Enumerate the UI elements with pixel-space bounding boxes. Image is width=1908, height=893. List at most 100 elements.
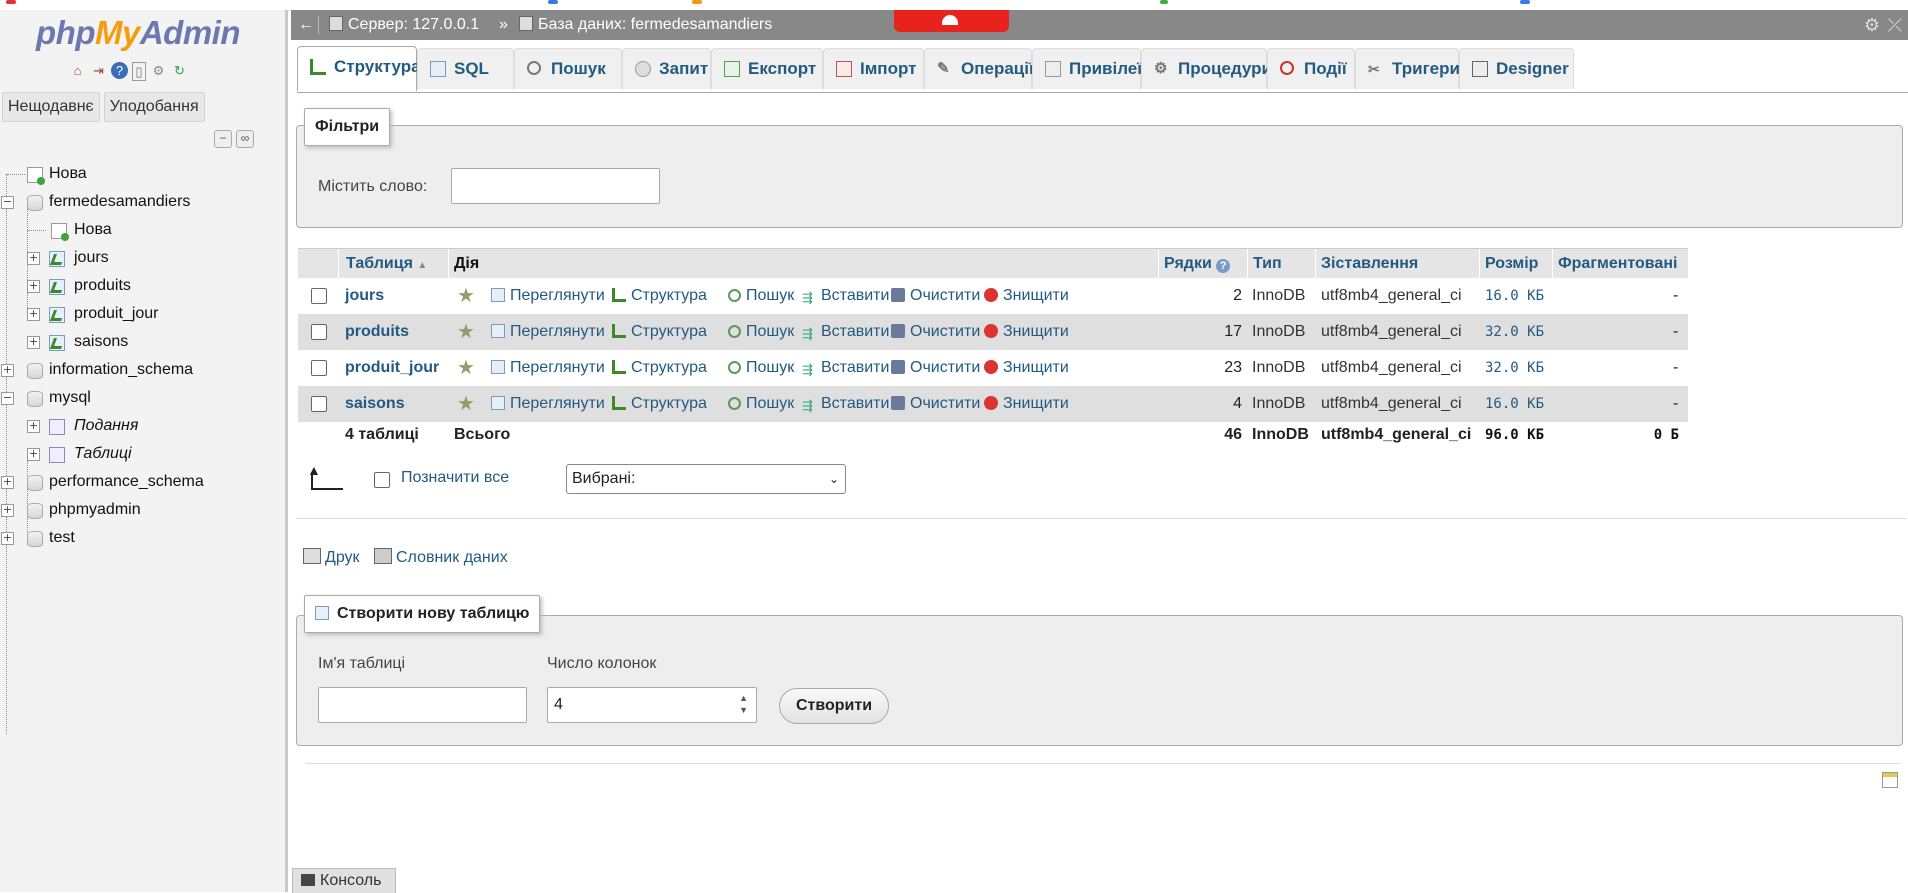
help-icon[interactable]: ? [1216, 259, 1231, 273]
favorite-tables-button[interactable]: Уподобання [103, 92, 205, 122]
header-rows[interactable]: Рядки ? [1164, 249, 1231, 279]
tab-designer[interactable]: Designer [1459, 48, 1574, 89]
table-name-link[interactable]: produit_jour [345, 350, 439, 386]
tab-events[interactable]: Події [1267, 48, 1355, 89]
create-button[interactable]: Створити [779, 688, 889, 724]
data-dictionary-link[interactable]: Словник даних [374, 548, 508, 567]
collapse-icon[interactable]: − [1, 196, 14, 209]
header-table[interactable]: Таблиця ▲ [346, 249, 427, 279]
help-icon[interactable]: ? [111, 62, 128, 79]
collapse-all-icon[interactable]: − [214, 130, 232, 148]
expand-icon[interactable]: + [1, 476, 14, 489]
tab-privileges[interactable]: Привілеї [1032, 48, 1142, 89]
tab-routines[interactable]: ⚙ Процедури [1141, 48, 1272, 89]
tree-item-performance-schema[interactable]: + performance_schema [0, 468, 285, 496]
tree-item-new-database[interactable]: Нова [0, 160, 285, 188]
collapse-top-icon[interactable]: ⤫ [1888, 10, 1902, 40]
drop-link[interactable]: Знищити [984, 350, 1069, 386]
tree-item-test[interactable]: + test [0, 524, 285, 552]
link-with-main-icon[interactable]: ∞ [236, 130, 254, 148]
expand-icon[interactable]: + [27, 336, 40, 349]
logout-icon[interactable]: ⇥ [90, 62, 107, 79]
phpmyadmin-logo[interactable]: phpMyAdmin [36, 14, 241, 52]
back-arrow-icon[interactable]: ← [294, 10, 318, 40]
favorite-star-icon[interactable]: ★ [457, 314, 475, 350]
reload-icon[interactable]: ↻ [171, 62, 188, 79]
favorite-star-icon[interactable]: ★ [457, 278, 475, 314]
expand-icon[interactable]: + [1, 364, 14, 377]
tab-import[interactable]: Імпорт [823, 48, 924, 89]
browse-link[interactable]: Переглянути [491, 386, 605, 422]
table-name-link[interactable]: jours [345, 278, 384, 314]
stepper-icon[interactable]: ▲ ▼ [739, 692, 748, 716]
tab-export[interactable]: Експорт [711, 48, 823, 89]
docs-icon[interactable]: ▯ [132, 62, 146, 81]
tree-item-mysql[interactable]: − mysql [0, 384, 285, 412]
search-link[interactable]: Пошук [728, 386, 794, 422]
row-checkbox[interactable] [311, 360, 327, 376]
empty-link[interactable]: Очистити [891, 278, 980, 314]
tree-item-jours[interactable]: + jours [0, 244, 285, 272]
settings-gear-icon[interactable]: ⚙ [1864, 10, 1880, 40]
expand-icon[interactable]: + [27, 420, 40, 433]
empty-link[interactable]: Очистити [891, 386, 980, 422]
collapse-icon[interactable]: − [1, 392, 14, 405]
row-checkbox[interactable] [311, 324, 327, 340]
tree-item-saisons[interactable]: + saisons [0, 328, 285, 356]
header-overhead[interactable]: Фрагментовані [1558, 249, 1677, 279]
expand-icon[interactable]: + [27, 308, 40, 321]
check-all-link[interactable]: Позначити все [401, 469, 509, 487]
tab-operations[interactable]: ✎ Операції [924, 48, 1034, 89]
header-type[interactable]: Тип [1253, 249, 1282, 279]
recent-tables-button[interactable]: Нещодавнє [2, 92, 100, 122]
tab-search[interactable]: Пошук [514, 48, 622, 89]
header-size[interactable]: Розмір [1485, 249, 1538, 279]
print-link[interactable]: Друк [303, 548, 360, 567]
structure-link[interactable]: Структура [612, 386, 707, 422]
expand-icon[interactable]: + [1, 504, 14, 517]
tab-triggers[interactable]: ✂ Тригери [1355, 48, 1460, 89]
screen-recorder-tab[interactable] [894, 10, 1009, 32]
tree-item-phpmyadmin[interactable]: + phpmyadmin [0, 496, 285, 524]
tab-sql[interactable]: SQL [417, 48, 514, 89]
drop-link[interactable]: Знищити [984, 278, 1069, 314]
drop-link[interactable]: Знищити [984, 314, 1069, 350]
tree-item-views[interactable]: + Подання [0, 412, 285, 440]
tree-item-new-table[interactable]: Нова [0, 216, 285, 244]
console-tab[interactable]: Консоль [292, 868, 396, 893]
insert-link[interactable]: ⇶ Вставити [802, 314, 889, 350]
insert-link[interactable]: ⇶ Вставити [802, 350, 889, 386]
insert-link[interactable]: ⇶ Вставити [802, 278, 889, 314]
browse-link[interactable]: Переглянути [491, 278, 605, 314]
empty-link[interactable]: Очистити [891, 314, 980, 350]
page-settings-icon[interactable] [1882, 772, 1898, 788]
favorite-star-icon[interactable]: ★ [457, 350, 475, 386]
with-selected-select[interactable]: Вибрані: ⌄ [566, 464, 846, 494]
search-link[interactable]: Пошук [728, 314, 794, 350]
search-link[interactable]: Пошук [728, 278, 794, 314]
breadcrumb-database[interactable]: База даних: fermedesamandiers [519, 10, 772, 40]
tree-item-produits[interactable]: + produits [0, 272, 285, 300]
tree-item-produit-jour[interactable]: + produit_jour [0, 300, 285, 328]
tab-query[interactable]: Запит [622, 48, 711, 89]
favorite-star-icon[interactable]: ★ [457, 386, 475, 422]
expand-icon[interactable]: + [27, 280, 40, 293]
row-checkbox[interactable] [311, 396, 327, 412]
structure-link[interactable]: Структура [612, 350, 707, 386]
header-collation[interactable]: Зіставлення [1321, 249, 1418, 279]
tree-item-information-schema[interactable]: + information_schema [0, 356, 285, 384]
drop-link[interactable]: Знищити [984, 386, 1069, 422]
structure-link[interactable]: Структура [612, 278, 707, 314]
row-checkbox[interactable] [311, 288, 327, 304]
column-count-input[interactable]: 4 ▲ ▼ [547, 687, 757, 723]
table-name-link[interactable]: produits [345, 314, 409, 350]
insert-link[interactable]: ⇶ Вставити [802, 386, 889, 422]
breadcrumb-server[interactable]: Сервер: 127.0.0.1 [329, 10, 479, 40]
expand-icon[interactable]: + [1, 532, 14, 545]
tree-item-fermedesamandiers[interactable]: − fermedesamandiers [0, 188, 285, 216]
tab-structure[interactable]: Структура [297, 46, 421, 91]
tree-item-tables[interactable]: + Таблиці [0, 440, 285, 468]
expand-icon[interactable]: + [27, 448, 40, 461]
browse-link[interactable]: Переглянути [491, 314, 605, 350]
expand-icon[interactable]: + [27, 252, 40, 265]
